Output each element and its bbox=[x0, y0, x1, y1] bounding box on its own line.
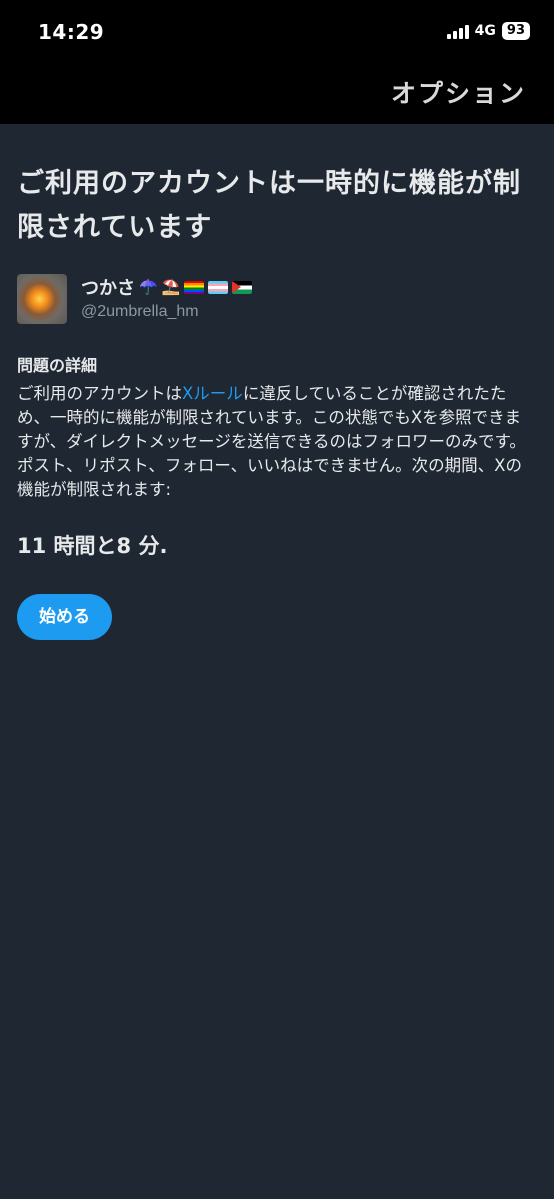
main-content: ご利用のアカウントは一時的に機能が制限されています つかさ ☂️ ⛱️ @2um… bbox=[0, 162, 554, 640]
top-bar: 14:29 4G 93 オプション bbox=[0, 0, 554, 124]
restriction-timer: 11 時間と8 分. bbox=[17, 534, 168, 558]
battery-icon: 93 bbox=[501, 22, 530, 40]
details-text-start: ご利用のアカウントは bbox=[17, 384, 182, 403]
start-button[interactable]: 始める bbox=[17, 594, 112, 640]
details-heading: 問題の詳細 bbox=[17, 356, 98, 375]
status-indicators: 4G 93 bbox=[446, 22, 530, 40]
umbrella-icon: ☂️ bbox=[139, 278, 158, 296]
user-info: つかさ ☂️ ⛱️ @2umbrella_hm bbox=[81, 274, 253, 321]
beach-umbrella-icon: ⛱️ bbox=[161, 278, 181, 296]
status-time: 14:29 bbox=[38, 20, 105, 44]
user-card: つかさ ☂️ ⛱️ @2umbrella_hm bbox=[17, 274, 536, 324]
trans-flag-icon bbox=[208, 280, 229, 294]
user-display-name: つかさ bbox=[81, 278, 135, 299]
rainbow-flag-icon bbox=[184, 280, 205, 294]
x-rules-link[interactable]: Xルール bbox=[182, 384, 243, 403]
details-text: ご利用のアカウントはXルールに違反していることが確認されたため、一時的に機能が制… bbox=[17, 382, 536, 502]
user-name-row: つかさ ☂️ ⛱️ bbox=[81, 274, 253, 300]
signal-icon bbox=[446, 23, 469, 39]
palestine-flag-icon bbox=[232, 280, 253, 294]
user-handle: @2umbrella_hm bbox=[81, 303, 199, 320]
options-button[interactable]: オプション bbox=[391, 74, 526, 110]
avatar[interactable] bbox=[17, 274, 67, 324]
network-type: 4G bbox=[474, 23, 496, 39]
page-title: ご利用のアカウントは一時的に機能が制限されています bbox=[17, 168, 521, 243]
